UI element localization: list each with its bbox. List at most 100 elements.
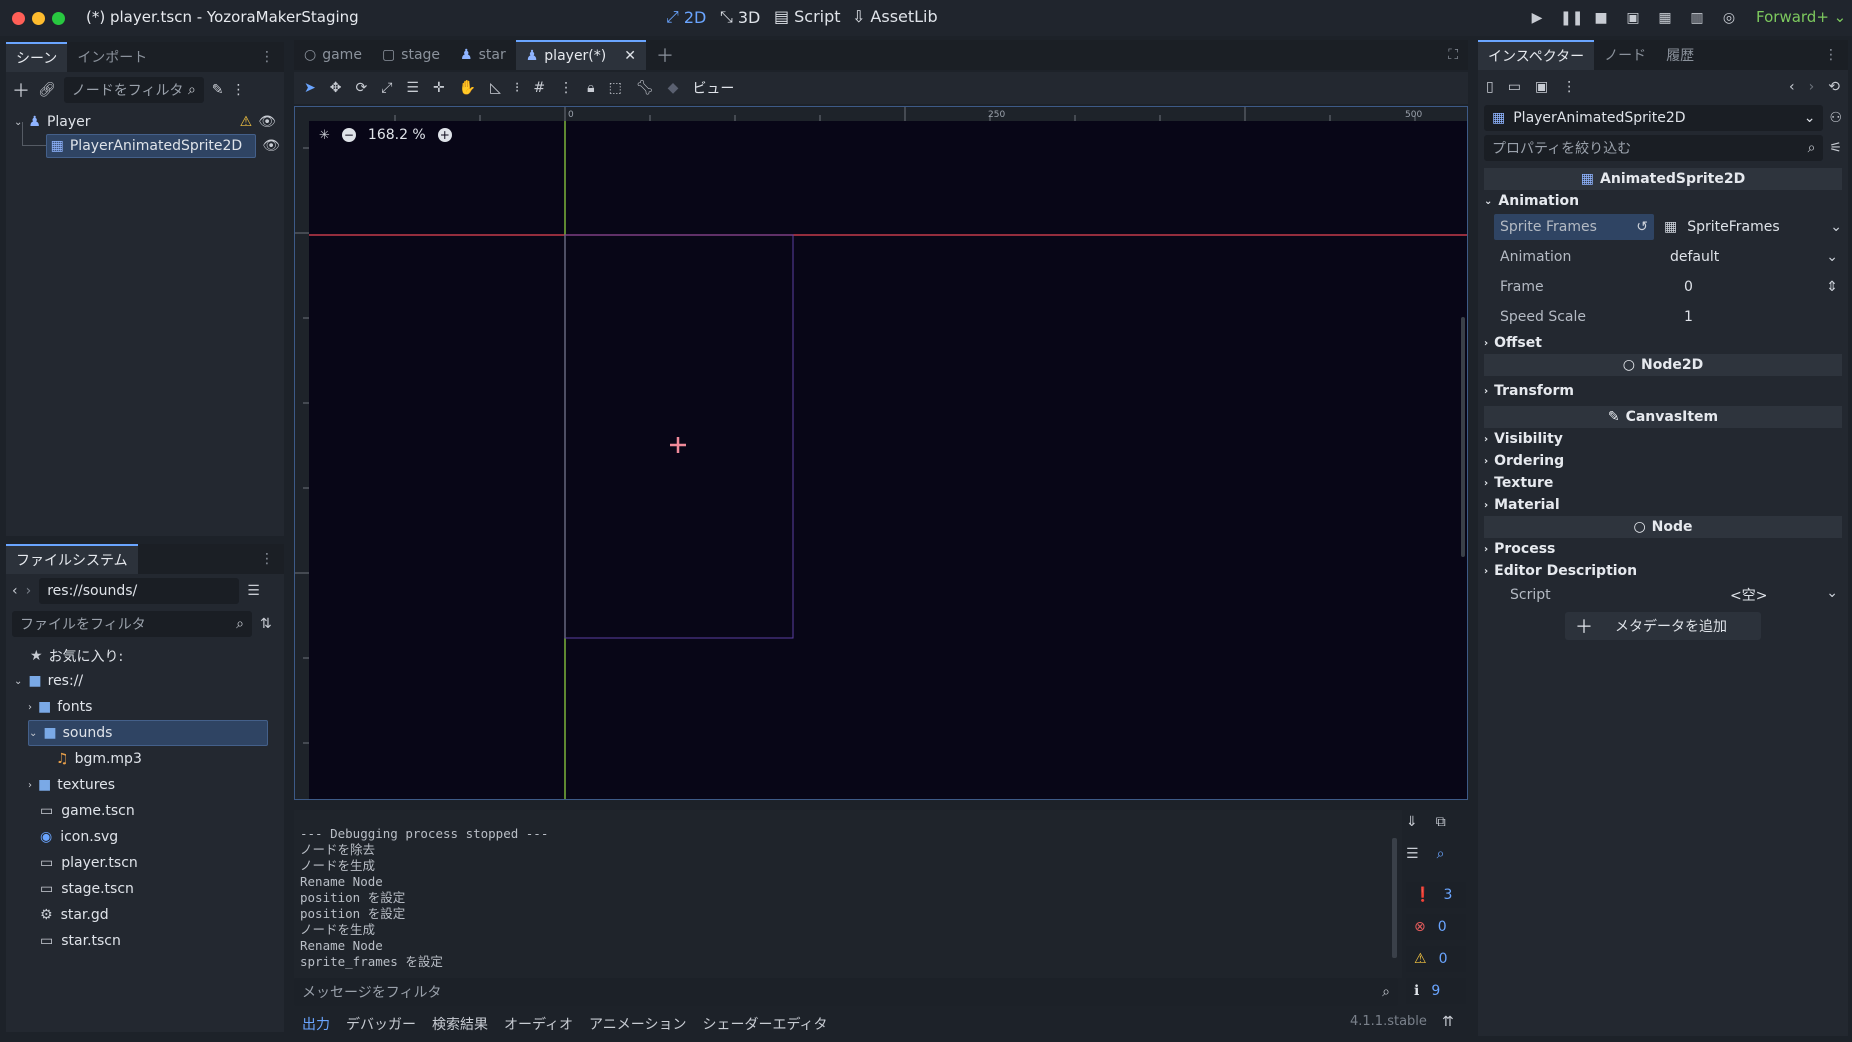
tab-search-results[interactable]: 検索結果 (432, 1014, 488, 1034)
group-editor-description[interactable]: › Editor Description (1484, 560, 1842, 582)
add-node-icon[interactable]: ＋ (12, 77, 30, 103)
pivot-tool-icon[interactable]: ✛ (433, 80, 445, 96)
file-item-bgm[interactable]: ♫ bgm.mp3 (14, 746, 276, 772)
file-item-star-tscn[interactable]: ▭ star.tscn (14, 928, 276, 954)
panel-menu-icon[interactable]: ⋮ (250, 544, 284, 574)
tree-node-player-animated-sprite[interactable]: ▦ PlayerAnimatedSprite2D (45, 134, 257, 158)
remote-debug-icon[interactable]: ▣ (1624, 9, 1642, 27)
back-icon[interactable]: ‹ (12, 583, 18, 599)
list-select-icon[interactable]: ☰ (406, 80, 419, 96)
mode-script-button[interactable]: ▤ Script (774, 7, 841, 26)
tab-animation[interactable]: アニメーション (589, 1014, 686, 1034)
vertical-ruler[interactable] (295, 107, 309, 800)
panel-menu-icon[interactable]: ⋮ (1814, 40, 1848, 70)
select-tool-icon[interactable]: ➤ (304, 80, 316, 96)
tab-history[interactable]: 履歴 (1656, 40, 1704, 70)
scene-menu-icon[interactable]: ⋮ (232, 82, 246, 98)
mode-assetlib-button[interactable]: ⇩ AssetLib (852, 7, 938, 26)
file-filter-input[interactable]: ファイルをフィルタ ⌕ (12, 611, 252, 637)
add-tab-icon[interactable]: ＋ (646, 40, 684, 70)
tab-star[interactable]: ♟ star (450, 40, 516, 70)
collapse-icon[interactable]: ☰ (1406, 846, 1419, 862)
zoom-level[interactable]: 168.2 % (368, 127, 426, 143)
horizontal-ruler[interactable] (295, 107, 1468, 121)
play-custom-scene-icon[interactable]: ▥ (1688, 9, 1706, 27)
open-folder-icon[interactable]: ▭ (1508, 79, 1521, 95)
history-back-icon[interactable]: ‹ (1789, 79, 1795, 95)
link-icon[interactable]: 🔗︎ (38, 82, 56, 98)
group-material[interactable]: › Material (1484, 494, 1842, 516)
info-count-toggle[interactable]: ℹ 9 (1406, 978, 1466, 1004)
movie-maker-icon[interactable]: ◎ (1720, 9, 1738, 27)
group-texture[interactable]: › Texture (1484, 472, 1842, 494)
ruler-tool-icon[interactable]: ◺ (490, 80, 501, 96)
chevron-right-icon[interactable]: › (28, 702, 32, 713)
file-item-sounds[interactable]: ⌄ ■ sounds (28, 720, 268, 746)
split-mode-icon[interactable]: ☰ (247, 583, 260, 599)
close-window-button[interactable] (12, 12, 25, 25)
file-item-game-tscn[interactable]: ▭ game.tscn (14, 798, 276, 824)
skeleton-options-icon[interactable]: ◆ (668, 80, 679, 96)
revert-icon[interactable]: ↺ (1636, 219, 1648, 235)
file-item-player-tscn[interactable]: ▭ player.tscn (14, 850, 276, 876)
group-icon[interactable]: ⬚ (609, 80, 622, 96)
tab-scene[interactable]: シーン (6, 42, 68, 72)
file-item-fonts[interactable]: › ■ fonts (14, 694, 276, 720)
scale-tool-icon[interactable]: ⤢ (381, 80, 392, 96)
smart-snap-icon[interactable]: ⁝ (515, 80, 519, 96)
visibility-eye-icon[interactable]: 👁︎ (262, 138, 280, 154)
group-offset[interactable]: › Offset (1484, 332, 1842, 354)
tab-filesystem[interactable]: ファイルシステム (6, 544, 138, 574)
file-item-textures[interactable]: › ■ textures (14, 772, 276, 798)
group-process[interactable]: › Process (1484, 538, 1842, 560)
snap-options-icon[interactable]: ⋮ (559, 80, 573, 96)
message-filter-input[interactable]: メッセージをフィルタ ⌕ (294, 978, 1398, 1006)
tab-game[interactable]: ○ game (294, 40, 372, 70)
sort-icon[interactable]: ⇅ (260, 616, 272, 632)
mode-2d-button[interactable]: ⤢ 2D (666, 7, 706, 27)
tab-debugger[interactable]: デバッガー (346, 1014, 416, 1034)
mode-3d-button[interactable]: ⤡ 3D (720, 7, 760, 27)
file-item-star-gd[interactable]: ⚙ star.gd (14, 902, 276, 928)
minimize-window-button[interactable] (32, 12, 45, 25)
tab-stage[interactable]: ▢ stage (372, 40, 450, 70)
inspector-menu-icon[interactable]: ⋮ (1562, 79, 1576, 95)
clear-output-icon[interactable]: ⇓ (1406, 814, 1418, 830)
new-resource-icon[interactable]: ▯ (1486, 79, 1494, 95)
attach-script-icon[interactable]: ✎ (212, 82, 224, 98)
favorites-row[interactable]: ★ お気に入り: (14, 644, 276, 668)
warning-count-toggle[interactable]: ⚠ 0 (1406, 946, 1466, 972)
search-output-icon[interactable]: ⌕ (1437, 846, 1445, 862)
node-info-icon[interactable]: ⚇ (1829, 110, 1842, 126)
res-root-row[interactable]: ⌄ ■ res:// (14, 668, 276, 694)
distraction-free-icon[interactable]: ⛶ (1438, 40, 1468, 70)
copy-icon[interactable]: ⧉ (1436, 814, 1446, 830)
lock-icon[interactable]: 🔒︎ (587, 80, 594, 96)
sprite-frames-value[interactable]: ▦ SpriteFrames ⌄ (1654, 219, 1842, 235)
tab-inspector[interactable]: インスペクター (1478, 40, 1595, 70)
file-item-stage-tscn[interactable]: ▭ stage.tscn (14, 876, 276, 902)
canvas-viewport[interactable]: 0 250 500 ✳ − 168.2 % + (294, 106, 1468, 800)
forward-icon[interactable]: › (26, 583, 32, 599)
rotate-tool-icon[interactable]: ⟳ (355, 80, 367, 96)
warning-icon[interactable]: ⚠ (240, 114, 253, 130)
sprite-bounds[interactable] (564, 234, 794, 639)
tab-node[interactable]: ノード (1594, 40, 1656, 70)
error-count-toggle[interactable]: ⊗ 0 (1406, 914, 1466, 940)
group-visibility[interactable]: › Visibility (1484, 428, 1842, 450)
group-animation[interactable]: ⌄ Animation (1484, 190, 1842, 212)
script-select[interactable]: <空> ⌄ (1730, 585, 1842, 605)
save-icon[interactable]: ▣ (1535, 79, 1548, 95)
view-menu[interactable]: ビュー (692, 78, 734, 98)
play-icon[interactable]: ▶ (1528, 9, 1546, 27)
stop-icon[interactable]: ■ (1592, 9, 1610, 27)
group-transform[interactable]: › Transform (1484, 380, 1842, 402)
bone-icon[interactable]: 🦴︎ (636, 80, 654, 96)
message-count-toggle[interactable]: ❗ 3 (1406, 882, 1466, 908)
tab-player[interactable]: ♟ player(*) ✕ (515, 40, 646, 70)
group-ordering[interactable]: › Ordering (1484, 450, 1842, 472)
viewport-scrollbar[interactable] (1461, 317, 1465, 557)
zoom-in-icon[interactable]: + (437, 128, 452, 142)
tab-audio[interactable]: オーディオ (504, 1014, 573, 1034)
tab-shader-editor[interactable]: シェーダーエディタ (702, 1014, 827, 1034)
